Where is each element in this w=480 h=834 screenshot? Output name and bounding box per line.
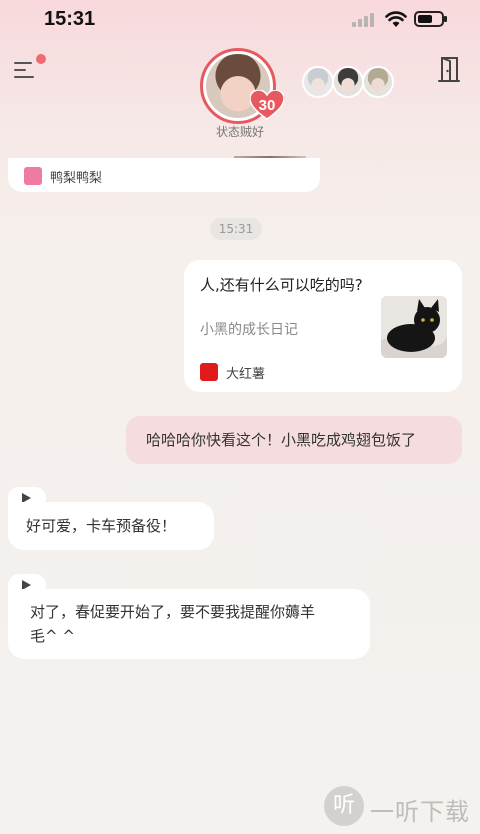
chat-timestamp: 15:31	[210, 218, 262, 240]
watermark-logo-icon: 听	[324, 786, 364, 826]
signal-icon	[352, 13, 376, 27]
status-bar: 15:31	[0, 0, 480, 40]
message-text: 毛^ ^	[30, 627, 75, 645]
source-icon	[200, 363, 218, 381]
affection-badge: 30	[250, 90, 284, 120]
source-name: 大红薯	[226, 367, 266, 382]
character-avatar-small[interactable]	[302, 66, 334, 98]
menu-button[interactable]	[14, 54, 46, 80]
mood-status: 状态贼好	[215, 125, 264, 139]
post-title: 人,还有什么可以吃的吗?	[200, 276, 363, 294]
exit-door-icon[interactable]	[436, 55, 462, 83]
post-thumbnail	[381, 296, 447, 358]
post-description: 小黑的成长日记	[200, 322, 298, 338]
character-avatar[interactable]: 30	[200, 48, 284, 128]
character-message-bubble[interactable]: 好可爱，卡车预备役！	[8, 502, 214, 550]
message-text: 好可爱，卡车预备役！	[26, 517, 177, 535]
other-characters[interactable]	[302, 66, 396, 100]
message-text: 对了，春促要开始了，要不要我提醒你薅羊	[30, 603, 316, 621]
status-time: 15:31	[44, 8, 96, 30]
source-name: 鸭梨鸭梨	[50, 171, 103, 186]
character-message-bubble[interactable]: 对了，春促要开始了，要不要我提醒你薅羊 毛^ ^	[8, 589, 370, 659]
watermark-text: 一听下载	[370, 798, 470, 826]
wifi-icon	[385, 11, 407, 27]
watermark: 听 一听下载	[324, 786, 474, 830]
battery-icon	[414, 11, 447, 27]
shared-post-card[interactable]: 人,还有什么可以吃的吗? 小黑的成长日记 大红薯	[184, 260, 462, 392]
notification-dot	[36, 54, 46, 64]
user-message-bubble[interactable]: 哈哈哈你快看这个！小黑吃成鸡翅包饭了	[126, 416, 462, 464]
previous-shared-card[interactable]: 鸭梨鸭梨	[8, 158, 320, 192]
character-avatar-small[interactable]	[362, 66, 394, 98]
affection-level: 30	[258, 97, 276, 114]
source-icon	[24, 167, 42, 185]
character-avatar-small[interactable]	[332, 66, 364, 98]
